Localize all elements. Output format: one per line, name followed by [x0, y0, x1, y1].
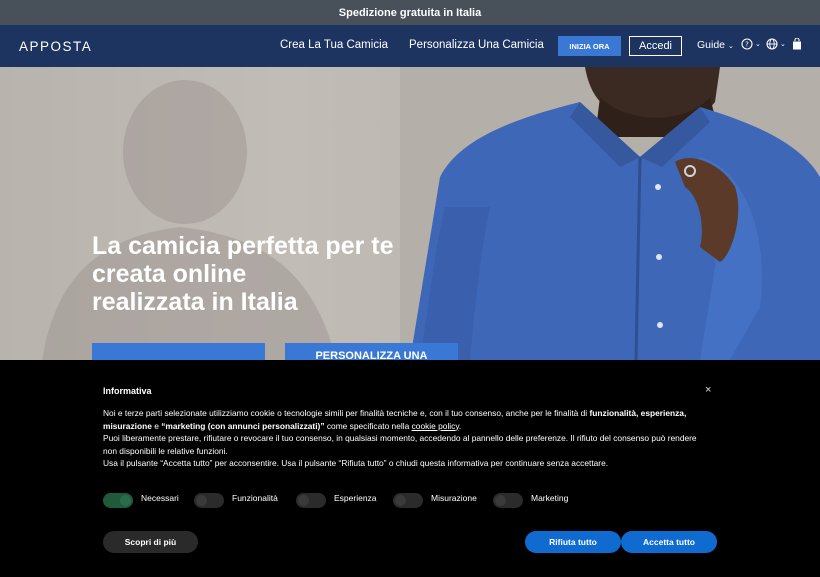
language-menu[interactable]: ⌄ [766, 38, 786, 50]
hero-model-image [400, 67, 820, 360]
globe-icon [766, 38, 778, 50]
nav-link-customize-shirt[interactable]: Personalizza Una Camicia [409, 39, 544, 51]
cookie-paragraph-3: Usa il pulsante “Accetta tutto” per acco… [103, 458, 609, 469]
accept-all-button[interactable]: Accetta tutto [621, 531, 717, 553]
toggle-functionality[interactable]: Funzionalità [194, 490, 278, 508]
toggle-measurement[interactable]: Misurazione [393, 490, 477, 508]
toggle-experience[interactable]: Esperienza [296, 490, 377, 508]
customize-shirt-cta-button[interactable]: PERSONALIZZA UNA [285, 343, 458, 360]
chevron-down-icon: ⌄ [727, 43, 734, 50]
toggle-necessary[interactable]: Necessari [103, 490, 179, 508]
cookie-policy-link[interactable]: cookie policy [412, 421, 459, 431]
hero-title-line: La camicia perfetta per te [92, 232, 394, 260]
toggle-switch[interactable] [493, 493, 523, 508]
toggle-switch[interactable] [194, 493, 224, 508]
cookie-banner-title: Informativa [103, 386, 152, 396]
svg-text:?: ? [745, 41, 749, 49]
toggle-label: Marketing [531, 492, 569, 503]
hero-title: La camicia perfetta per te creata online… [92, 232, 394, 316]
navbar: APPOSTA Crea La Tua Camicia Personalizza… [0, 25, 820, 67]
text-bold: “marketing (con annunci personalizzati)” [161, 420, 325, 431]
toggle-label: Funzionalità [232, 492, 278, 503]
toggle-switch[interactable] [103, 493, 133, 508]
chevron-down-icon: ⌄ [755, 41, 761, 48]
cookie-paragraph-1: Noi e terze parti selezionate utilizziam… [103, 407, 703, 432]
guide-label: Guide [697, 39, 726, 51]
learn-more-button[interactable]: Scopri di più [103, 531, 198, 553]
chevron-down-icon: ⌄ [780, 41, 786, 48]
toggle-switch[interactable] [296, 493, 326, 508]
guide-menu[interactable]: Guide ⌄ [697, 39, 734, 51]
close-icon[interactable]: × [705, 384, 711, 396]
help-circle-icon: ? [741, 38, 753, 50]
toggle-switch[interactable] [393, 493, 423, 508]
promo-bar: Spedizione gratuita in Italia [0, 0, 820, 25]
toggle-label: Necessari [141, 492, 179, 503]
logo[interactable]: APPOSTA [19, 39, 92, 54]
toggle-label: Misurazione [431, 492, 477, 503]
cookie-banner: Informativa × Noi e terze parti selezion… [0, 360, 820, 577]
text-span: come specificato nella [324, 420, 412, 431]
reject-all-button[interactable]: Rifiuta tutto [525, 531, 621, 553]
text-span: . [458, 420, 462, 431]
hero-title-line: realizzata in Italia [92, 288, 298, 316]
cookie-paragraph-2: Puoi liberamente prestare, rifiutare o r… [103, 433, 697, 456]
help-menu[interactable]: ? ⌄ [741, 38, 761, 50]
toggle-label: Esperienza [334, 492, 377, 503]
cart-button[interactable] [792, 38, 802, 50]
hero-banner: La camicia perfetta per te creata online… [0, 67, 820, 360]
cookie-banner-text: Noi e terze parti selezionate utilizziam… [103, 407, 703, 470]
hero-title-line: creata online [92, 260, 247, 288]
hero-shadow-image [42, 80, 337, 360]
start-now-button[interactable]: INIZIA ORA [558, 36, 621, 56]
text-span: Noi e terze parti selezionate utilizziam… [103, 408, 590, 418]
login-button[interactable]: Accedi [629, 36, 682, 56]
create-shirt-cta-button[interactable] [92, 343, 265, 360]
nav-link-create-shirt[interactable]: Crea La Tua Camicia [280, 39, 388, 51]
shopping-bag-icon [793, 38, 801, 50]
toggle-marketing[interactable]: Marketing [493, 490, 569, 508]
text-span: e [151, 420, 162, 431]
promo-text: Spedizione gratuita in Italia [338, 6, 482, 19]
